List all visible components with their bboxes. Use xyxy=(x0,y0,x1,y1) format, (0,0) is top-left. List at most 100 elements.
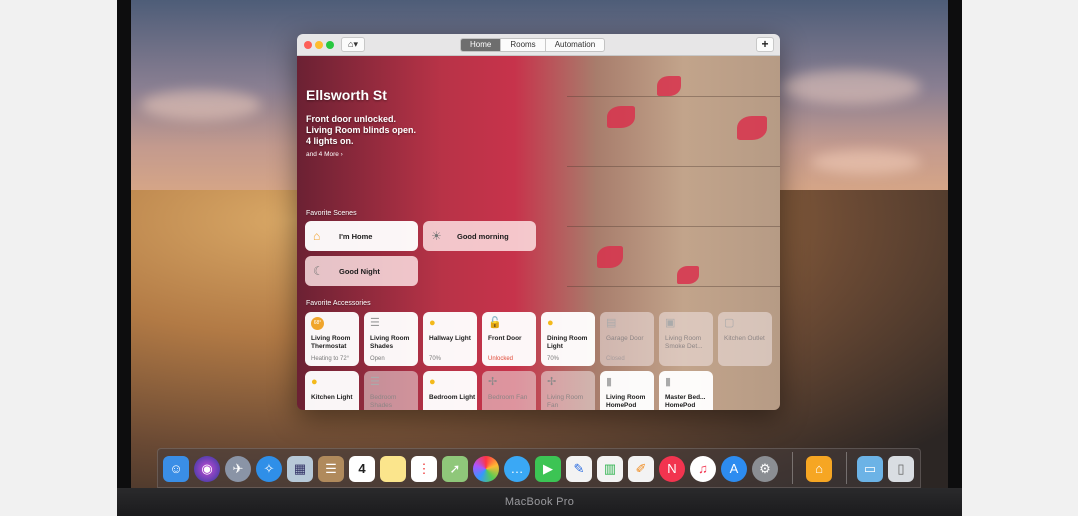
accessory-name: Living Room Smoke Det... xyxy=(665,335,703,350)
pages-icon[interactable]: ✐ xyxy=(628,456,654,482)
messages-icon[interactable]: … xyxy=(504,456,530,482)
accessory-name: Front Door xyxy=(488,335,522,342)
reminders-icon[interactable]: ⋮ xyxy=(411,456,437,482)
accessory-name: Hallway Light xyxy=(429,335,471,342)
accessory-name: Kitchen Light xyxy=(311,394,353,401)
cloud xyxy=(781,70,921,104)
accessory-bedroom-shades[interactable]: ☰ Bedroom Shades xyxy=(364,371,418,410)
accessory-living-room-smoke-detector[interactable]: ▣ Living Room Smoke Det... xyxy=(659,312,713,366)
keynote-icon[interactable]: ✎ xyxy=(566,456,592,482)
trash-icon[interactable]: ▯ xyxy=(888,456,914,482)
scene-label: Good morning xyxy=(457,231,509,241)
accessory-name: Living Room Shades xyxy=(370,335,410,350)
shades-icon: ☰ xyxy=(370,317,380,329)
photos-icon[interactable] xyxy=(473,456,499,482)
status-line: Living Room blinds open. xyxy=(306,125,416,135)
accessory-garage-door[interactable]: ▤ Garage Door Closed xyxy=(600,312,654,366)
scene-im-home[interactable]: ⌂ I'm Home xyxy=(305,221,418,251)
ivy-leaf xyxy=(677,266,699,284)
dock-separator xyxy=(846,452,847,484)
fan-icon: ✢ xyxy=(488,376,498,388)
shades-icon: ☰ xyxy=(370,376,380,388)
scene-good-morning[interactable]: ☀ Good morning xyxy=(423,221,536,251)
thermostat-icon: 68° xyxy=(311,317,324,330)
tab-home[interactable]: Home xyxy=(461,39,502,51)
app-store-icon[interactable]: A xyxy=(721,456,747,482)
calendar-icon[interactable]: 4 xyxy=(349,456,375,482)
accessory-status: Unlocked xyxy=(488,356,514,362)
safari-icon[interactable]: ✧ xyxy=(256,456,282,482)
accessory-front-door[interactable]: 🔓 Front Door Unlocked xyxy=(482,312,536,366)
downloads-folder-icon[interactable]: ▭ xyxy=(857,456,883,482)
unlocked-icon: 🔓 xyxy=(488,317,502,329)
accessory-master-bedroom-homepod[interactable]: ▮ Master Bed... HomePod xyxy=(659,371,713,410)
accessory-bedroom-light[interactable]: ● Bedroom Light xyxy=(423,371,477,410)
accessory-status: Closed xyxy=(606,356,625,362)
close-window-button[interactable] xyxy=(304,41,312,49)
accessory-dining-room-light[interactable]: ● Dining Room Light 70% xyxy=(541,312,595,366)
accessory-living-room-thermostat[interactable]: 68° Living Room Thermostat Heating to 72… xyxy=(305,312,359,366)
lightbulb-icon: ● xyxy=(547,317,554,329)
accessory-status: 70% xyxy=(547,356,560,362)
zoom-window-button[interactable] xyxy=(326,41,334,49)
accessory-name: Master Bed... HomePod xyxy=(665,394,706,409)
accessory-hallway-light[interactable]: ● Hallway Light 70% xyxy=(423,312,477,366)
house-icon: ⌂▾ xyxy=(348,39,358,49)
ivy-leaf xyxy=(657,76,681,96)
home-status: Front door unlocked. Living Room blinds … xyxy=(306,114,416,147)
more-status-link[interactable]: and 4 More › xyxy=(306,151,343,158)
outlet-icon: ▢ xyxy=(724,317,735,329)
plus-icon: + xyxy=(761,37,769,51)
facetime-icon[interactable]: ▶ xyxy=(535,456,561,482)
scene-label: I'm Home xyxy=(339,231,373,241)
scene-good-night[interactable]: ☾ Good Night xyxy=(305,256,418,286)
news-icon[interactable]: N xyxy=(659,456,685,482)
accessory-name: Garage Door xyxy=(606,335,644,342)
accessory-kitchen-outlet[interactable]: ▢ Kitchen Outlet xyxy=(718,312,772,366)
accessory-name: Living Room HomePod xyxy=(606,394,646,409)
person-arriving-icon: ⌂ xyxy=(313,229,321,243)
fence-plank xyxy=(567,96,780,97)
accessory-bedroom-fan[interactable]: ✢ Bedroom Fan xyxy=(482,371,536,410)
maps-icon[interactable]: ➚ xyxy=(442,456,468,482)
tab-rooms[interactable]: Rooms xyxy=(501,39,546,51)
launchpad-icon[interactable]: ✈ xyxy=(225,456,251,482)
garage-icon: ▤ xyxy=(606,317,617,329)
system-preferences-icon[interactable]: ⚙ xyxy=(752,456,778,482)
status-line: 4 lights on. xyxy=(306,136,354,146)
accessory-living-room-fan[interactable]: ✢ Living Room Fan xyxy=(541,371,595,410)
accessory-status: Open xyxy=(370,356,385,362)
laptop-model-label: MacBook Pro xyxy=(504,496,575,508)
accessory-name: Living Room Fan xyxy=(547,394,584,409)
dock-separator xyxy=(792,452,793,484)
lightbulb-icon: ● xyxy=(311,376,318,388)
photo-browser-icon[interactable]: ▦ xyxy=(287,456,313,482)
home-menu-button[interactable]: ⌂▾ xyxy=(341,37,365,52)
fence-plank xyxy=(567,166,780,167)
contacts-icon[interactable]: ☰ xyxy=(318,456,344,482)
accessory-living-room-homepod[interactable]: ▮ Living Room HomePod xyxy=(600,371,654,410)
lightbulb-icon: ● xyxy=(429,317,436,329)
siri-icon[interactable]: ◉ xyxy=(194,456,220,482)
numbers-icon[interactable]: ▥ xyxy=(597,456,623,482)
accessory-name: Kitchen Outlet xyxy=(724,335,765,342)
fence-plank xyxy=(567,226,780,227)
ivy-leaf xyxy=(737,116,767,140)
home-title: Ellsworth St xyxy=(306,87,387,103)
minimize-window-button[interactable] xyxy=(315,41,323,49)
scene-label: Good Night xyxy=(339,266,380,276)
accessory-status: 70% xyxy=(429,356,442,362)
notes-icon[interactable] xyxy=(380,456,406,482)
status-line: Front door unlocked. xyxy=(306,114,396,124)
title-bar: ⌂▾ Home Rooms Automation + xyxy=(297,34,780,56)
view-tabs: Home Rooms Automation xyxy=(460,38,606,52)
home-icon[interactable]: ⌂ xyxy=(806,456,832,482)
ivy-leaf xyxy=(597,246,623,268)
music-icon[interactable]: ♫ xyxy=(690,456,716,482)
tab-automation[interactable]: Automation xyxy=(546,39,604,51)
accessory-living-room-shades[interactable]: ☰ Living Room Shades Open xyxy=(364,312,418,366)
finder-icon[interactable]: ☺ xyxy=(163,456,189,482)
accessory-kitchen-light[interactable]: ● Kitchen Light xyxy=(305,371,359,410)
lightbulb-icon: ● xyxy=(429,376,436,388)
add-button[interactable]: + xyxy=(756,37,774,52)
